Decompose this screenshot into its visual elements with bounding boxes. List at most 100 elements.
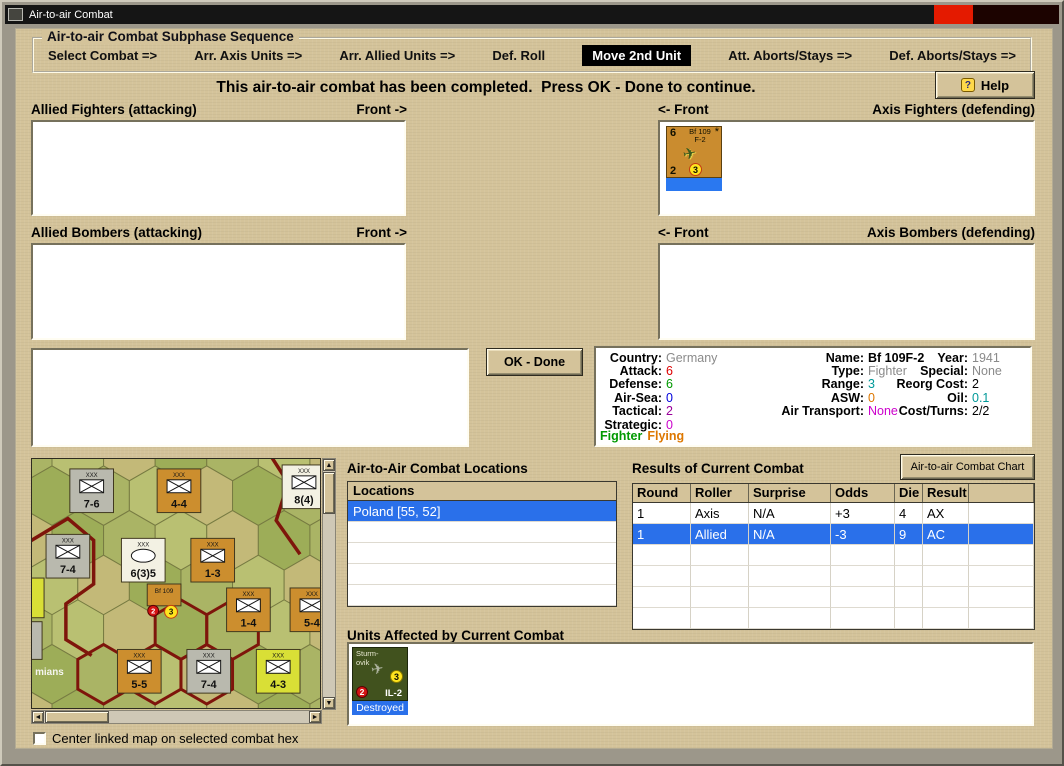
map-unit-counter[interactable]: XXX 5-4 bbox=[289, 587, 321, 633]
bf109-selection-highlight bbox=[666, 178, 722, 191]
help-button[interactable]: ? Help bbox=[935, 71, 1035, 99]
results-row-1[interactable]: 1 Axis N/A +3 4 AX bbox=[633, 503, 1034, 524]
map-unit-counter[interactable]: XXX 6(3)5 bbox=[120, 537, 166, 583]
map-hscroll-thumb[interactable] bbox=[45, 711, 109, 723]
location-row-empty[interactable] bbox=[348, 543, 616, 564]
map-horizontal-scrollbar[interactable]: ◄ ► bbox=[31, 710, 322, 724]
unit-airtransport: None bbox=[868, 404, 898, 419]
hex-map-canvas[interactable]: XXX7-6XXX4-4XXX8(4)XXX7-4XXX6(3)5XXX1-3X… bbox=[31, 458, 321, 709]
il2-plane-icon: ✈ bbox=[369, 660, 386, 679]
map-partial-counter-2 bbox=[32, 621, 43, 660]
window-icon bbox=[8, 8, 23, 21]
unit-cost-turns: 2/2 bbox=[972, 404, 990, 419]
location-row-poland[interactable]: Poland [55, 52] bbox=[348, 501, 616, 522]
results-row-empty[interactable] bbox=[633, 545, 1034, 566]
svg-text:XXX: XXX bbox=[62, 538, 74, 544]
il2-counter[interactable]: Sturm- ovik ✈ 3 2 IL-2 bbox=[352, 647, 408, 701]
allied-bombers-listbox[interactable] bbox=[31, 243, 406, 340]
map-unit-counter[interactable]: XXX 5-5 bbox=[116, 648, 162, 694]
seq-step-move-2nd-unit-active: Move 2nd Unit bbox=[582, 44, 692, 66]
ok-done-button[interactable]: OK - Done bbox=[486, 348, 583, 376]
allied-fighters-label: Allied Fighters (attacking) bbox=[31, 102, 197, 117]
il2-name-label: IL-2 bbox=[385, 688, 402, 699]
results-header-round: Round bbox=[633, 484, 691, 502]
axis-fighter-unit-bf109[interactable]: 6 Bf 109 F-2 * ✈ 2 3 bbox=[666, 126, 722, 191]
svg-text:4-4: 4-4 bbox=[171, 499, 187, 511]
svg-text:XXX: XXX bbox=[133, 653, 145, 659]
map-scroll-left-button[interactable]: ◄ bbox=[32, 711, 44, 723]
affected-unit-il2[interactable]: Sturm- ovik ✈ 3 2 IL-2 Destroyed bbox=[352, 647, 408, 715]
titlebar[interactable]: Air-to-air Combat bbox=[5, 5, 1059, 24]
unit-status-line: Fighter Flying bbox=[600, 429, 684, 443]
combat-results-table: Round Roller Surprise Odds Die Result 1A… bbox=[632, 483, 1035, 630]
location-row-empty[interactable] bbox=[348, 564, 616, 585]
results-row-empty[interactable] bbox=[633, 608, 1034, 629]
results-row-empty[interactable] bbox=[633, 587, 1034, 608]
svg-text:5-4: 5-4 bbox=[304, 618, 320, 630]
unit-status-flying: Flying bbox=[647, 429, 685, 443]
map-scroll-right-button[interactable]: ► bbox=[309, 711, 321, 723]
bf109-star-marker: * bbox=[714, 126, 719, 138]
il2-text-line2: ovik bbox=[356, 658, 370, 667]
map-unit-counter[interactable]: XXX 7-4 bbox=[45, 533, 91, 579]
location-row-empty[interactable] bbox=[348, 585, 616, 606]
front-arrow-right-label-2: Front -> bbox=[356, 225, 407, 240]
results-header-result: Result bbox=[923, 484, 969, 502]
unit-special: None bbox=[972, 364, 1002, 379]
location-row-empty[interactable] bbox=[348, 522, 616, 543]
results-row-empty[interactable] bbox=[633, 566, 1034, 587]
map-unit-counter[interactable]: XXX 1-3 bbox=[190, 537, 236, 583]
map-unit-counter[interactable]: XXX 8(4) bbox=[281, 464, 321, 510]
results-header-row: Round Roller Surprise Odds Die Result bbox=[632, 483, 1035, 503]
results-header-odds: Odds bbox=[831, 484, 895, 502]
svg-text:3: 3 bbox=[169, 608, 174, 617]
aborted-units-listbox[interactable] bbox=[31, 348, 469, 447]
close-button[interactable] bbox=[934, 5, 973, 24]
unit-info-panel: Country: Germany Attack: 6 Defense: 6 Air-S… bbox=[594, 346, 1032, 447]
map-unit-counter[interactable]: XXX 7-6 bbox=[69, 468, 114, 514]
unit-attack: 6 bbox=[666, 364, 673, 379]
map-unit-counter[interactable]: XXX 7-4 bbox=[186, 648, 232, 694]
allied-fighters-listbox[interactable] bbox=[31, 120, 406, 216]
map-unit-counter[interactable]: XXX 1-4 bbox=[226, 587, 271, 633]
map-unit-counter[interactable]: XXX 4-3 bbox=[255, 648, 301, 694]
results-body[interactable]: 1 Axis N/A +3 4 AX 1 Allied N/A -3 9 AC bbox=[632, 503, 1035, 630]
center-map-checkbox[interactable] bbox=[33, 732, 46, 745]
center-map-checkbox-label: Center linked map on selected combat hex bbox=[52, 731, 299, 746]
map-unit-counter[interactable]: XXX 4-4 bbox=[156, 468, 202, 514]
combat-completed-message: This air-to-air combat has been complete… bbox=[216, 79, 756, 96]
unit-asw: 0 bbox=[868, 390, 875, 405]
map-place-label: mians bbox=[35, 667, 64, 678]
svg-text:6(3)5: 6(3)5 bbox=[131, 568, 156, 580]
front-arrow-left-label-2: <- Front bbox=[658, 225, 709, 240]
svg-text:XXX: XXX bbox=[137, 542, 149, 548]
unit-year: 1941 bbox=[972, 350, 1000, 365]
seq-step-def-roll: Def. Roll bbox=[492, 47, 546, 63]
axis-bombers-label: Axis Bombers (defending) bbox=[866, 225, 1035, 240]
combat-locations-table: Locations Poland [55, 52] bbox=[347, 481, 617, 607]
axis-bombers-listbox[interactable] bbox=[658, 243, 1035, 340]
combat-locations-title: Air-to-Air Combat Locations bbox=[347, 461, 528, 476]
svg-text:XXX: XXX bbox=[298, 469, 310, 475]
svg-text:XXX: XXX bbox=[272, 653, 284, 659]
ok-done-label: OK - Done bbox=[503, 355, 566, 369]
svg-text:7-4: 7-4 bbox=[60, 564, 76, 576]
bf109-counter[interactable]: 6 Bf 109 F-2 * ✈ 2 3 bbox=[666, 126, 722, 178]
bf109-name: Bf 109 F-2 bbox=[689, 127, 711, 144]
combat-chart-button[interactable]: Air-to-air Combat Chart bbox=[900, 454, 1035, 480]
map-vertical-scrollbar[interactable]: ▲ ▼ bbox=[322, 458, 336, 710]
seq-step-def-aborts: Def. Aborts/Stays => bbox=[889, 47, 1016, 63]
svg-text:XXX: XXX bbox=[207, 542, 219, 548]
svg-text:Bf 109: Bf 109 bbox=[155, 588, 174, 595]
axis-fighters-listbox[interactable]: 6 Bf 109 F-2 * ✈ 2 3 bbox=[658, 120, 1035, 216]
map-scroll-up-button[interactable]: ▲ bbox=[323, 459, 335, 471]
units-affected-title: Units Affected by Current Combat bbox=[347, 628, 565, 643]
results-row-2-selected[interactable]: 1 Allied N/A -3 9 AC bbox=[633, 524, 1034, 545]
svg-text:XXX: XXX bbox=[203, 653, 215, 659]
units-affected-box[interactable]: Sturm- ovik ✈ 3 2 IL-2 Destroyed bbox=[347, 642, 1034, 726]
svg-text:7-6: 7-6 bbox=[84, 499, 100, 511]
unit-tactical: 2 bbox=[666, 404, 673, 419]
map-scroll-down-button[interactable]: ▼ bbox=[323, 697, 335, 709]
locations-body[interactable]: Poland [55, 52] bbox=[347, 501, 617, 607]
map-vscroll-thumb[interactable] bbox=[323, 472, 335, 514]
